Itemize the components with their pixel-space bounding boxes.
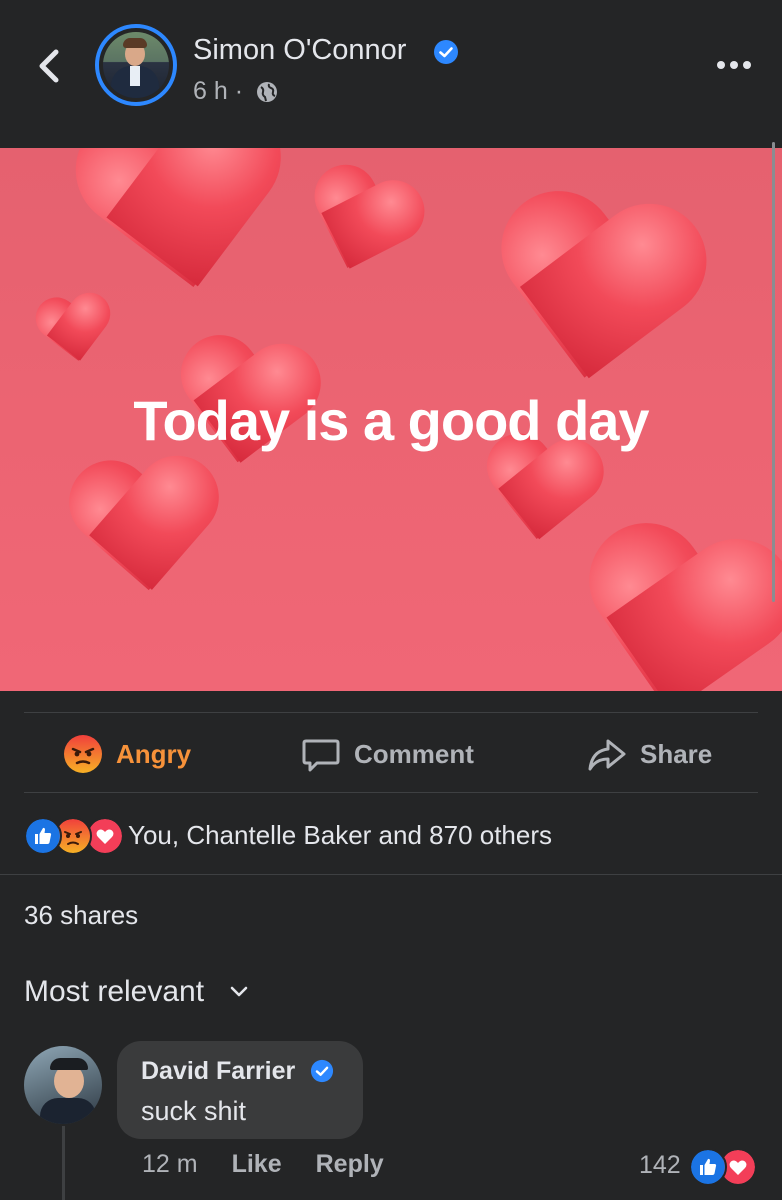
globe-icon — [257, 82, 277, 102]
verified-badge-icon — [434, 40, 458, 64]
shares-count[interactable]: 36 shares — [24, 900, 138, 931]
comment-meta: 12 m Like Reply — [142, 1150, 418, 1179]
comment-like-button[interactable]: Like — [232, 1150, 282, 1179]
more-icon[interactable] — [716, 58, 752, 72]
angry-label: Angry — [116, 738, 192, 769]
thread-line — [62, 1126, 65, 1200]
verified-badge-icon — [310, 1059, 334, 1083]
like-reaction-icon — [688, 1148, 727, 1186]
heart-decoration — [287, 158, 435, 298]
share-icon — [588, 739, 626, 771]
comment-reply-button[interactable]: Reply — [316, 1150, 384, 1179]
commenter-name[interactable]: David Farrier — [141, 1057, 295, 1086]
heart-decoration — [556, 518, 782, 691]
like-reaction-icon — [24, 817, 62, 855]
angry-icon — [64, 735, 102, 773]
author-name[interactable]: Simon O'Connor — [193, 34, 406, 67]
post-image[interactable]: Today is a good day — [0, 148, 782, 691]
scrollbar[interactable] — [772, 142, 775, 602]
angry-reaction-button[interactable]: Angry — [62, 730, 191, 778]
post-timestamp: 6 h · — [193, 77, 244, 105]
heart-decoration — [60, 457, 230, 612]
comment-label: Comment — [354, 738, 474, 769]
comment-icon — [302, 739, 340, 772]
divider — [0, 874, 782, 875]
comment-reaction-count: 142 — [639, 1150, 681, 1179]
chevron-down-icon — [230, 986, 248, 997]
comment-reactions[interactable]: 142 — [639, 1148, 759, 1186]
author-avatar[interactable] — [95, 24, 177, 106]
reactions-summary-text: You, Chantelle Baker and 870 others — [128, 819, 553, 850]
comment-text: suck shit — [141, 1096, 247, 1126]
reactions-summary[interactable]: You, Chantelle Baker and 870 others — [24, 815, 552, 855]
reaction-icons — [24, 817, 124, 855]
back-arrow-icon[interactable] — [30, 44, 70, 88]
heart-decoration — [30, 292, 119, 374]
share-label: Share — [640, 738, 713, 769]
comment-sort-dropdown[interactable]: Most relevant — [24, 975, 250, 1009]
sort-label: Most relevant — [24, 975, 205, 1008]
post-text: Today is a good day — [133, 389, 649, 452]
comment-button[interactable]: Comment — [300, 730, 474, 778]
comment-reaction-icons — [688, 1148, 759, 1186]
comment-bubble[interactable]: David Farrier suck shit — [117, 1041, 363, 1139]
share-button[interactable]: Share — [586, 730, 712, 778]
post-header: Simon O'Connor 6 h · — [0, 0, 782, 148]
heart-decoration — [472, 188, 717, 415]
commenter-avatar[interactable] — [24, 1046, 102, 1124]
comment-time: 12 m — [142, 1150, 198, 1178]
divider — [24, 792, 758, 793]
divider — [24, 712, 758, 713]
